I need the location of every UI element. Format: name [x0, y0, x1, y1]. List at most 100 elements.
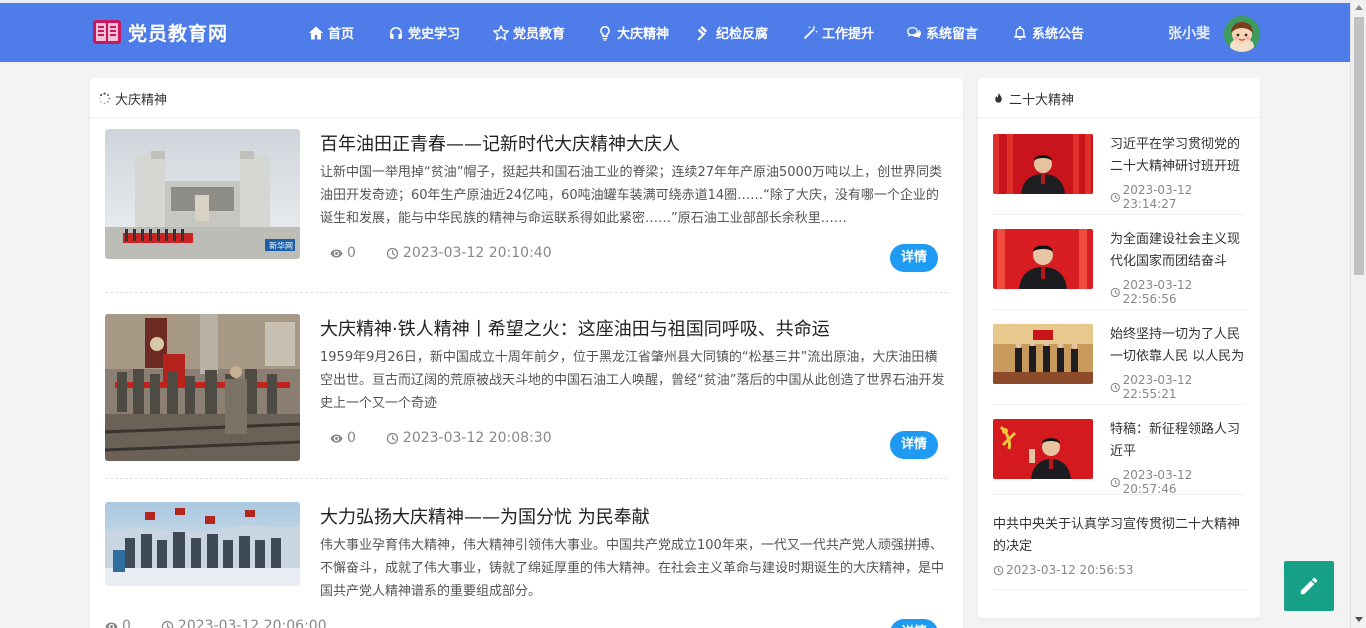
daqing-spirit-panel: 大庆精神 新华网 百年油田正青春——记新时代大庆精神大庆人 让新中国一举甩掉“贫…: [90, 78, 963, 628]
panel-title: 二十大精神: [1009, 93, 1075, 108]
top-navbar: 党员教育网 首页 党史学习 党员教育 大庆精神 纪检反腐 工作提升 系统留言 系…: [0, 0, 1350, 62]
clock-icon: [386, 432, 399, 444]
nav-item-daqing-spirit[interactable]: 大庆精神: [597, 23, 669, 42]
side-news-item[interactable]: 习近平在学习贯彻党的二十大精神研讨班开班式上发表重要讲话 2023-03-12 …: [993, 134, 1245, 214]
article-summary: 伟大事业孕育伟大精神，伟大精神引领伟大事业。中国共产党成立100年来，一代又一代…: [320, 538, 945, 599]
side-news-item[interactable]: 为全面建设社会主义现代化国家而团结奋斗 2023-03-12 22:56:56: [993, 229, 1245, 309]
side-news-thumbnail[interactable]: [993, 419, 1093, 479]
nav-item-messages[interactable]: 系统留言: [906, 23, 978, 42]
article-thumbnail[interactable]: [105, 502, 300, 586]
clock-icon: [993, 565, 1004, 575]
side-news-date: 2023-03-12 23:14:27: [1110, 183, 1245, 211]
nav-item-label: 大庆精神: [617, 27, 670, 42]
nav-item-work-improvement[interactable]: 工作提升: [802, 23, 874, 42]
nav-item-label: 系统留言: [926, 27, 979, 42]
view-count-value: 0: [347, 245, 356, 261]
clock-icon: [1110, 192, 1120, 202]
side-news-title[interactable]: 始终坚持一切为了人民一切依靠人民 以人民为中心: [1110, 324, 1245, 368]
headphones-icon: [390, 26, 402, 39]
side-news-date: 2023-03-12 20:56:53: [993, 563, 1133, 577]
divider: [993, 404, 1245, 405]
publish-date-value: 2023-03-12 20:06:00: [177, 618, 327, 628]
pencil-icon: [1300, 577, 1318, 595]
avatar-image: [1224, 16, 1260, 52]
article-summary: 1959年9月26日，新中国成立十周年前夕，位于黑龙江省肇州县大同镇的“松基三井…: [320, 350, 945, 411]
side-news-date-value: 2023-03-12 22:56:56: [1122, 278, 1193, 306]
spinner-icon: [98, 92, 111, 105]
divider: [993, 589, 1245, 590]
scroll-up-arrow-icon[interactable]: [1355, 5, 1363, 10]
eye-icon: [105, 621, 118, 628]
side-news-item[interactable]: 中共中央关于认真学习宣传贯彻二十大精神的决定 2023-03-12 20:56:…: [993, 514, 1245, 594]
article-summary: 让新中国一举甩掉“贫油”帽子，挺起共和国石油工业的脊梁；连续27年年产原油500…: [320, 165, 943, 226]
user-name[interactable]: 张小斐: [1168, 23, 1210, 43]
side-news-thumbnail-image: [993, 229, 1093, 289]
publish-date: 2023-03-12 20:10:40: [386, 245, 552, 261]
article-title[interactable]: 大庆精神·铁人精神丨希望之火：这座油田与祖国同呼吸、共命运: [320, 315, 830, 341]
article-meta: 0 2023-03-12 20:08:30: [330, 430, 552, 446]
side-news-title[interactable]: 为全面建设社会主义现代化国家而团结奋斗: [1110, 229, 1245, 273]
detail-button[interactable]: 详情: [890, 244, 938, 272]
side-news-date-value: 2023-03-12 22:55:21: [1122, 373, 1193, 401]
detail-button[interactable]: 详情: [890, 431, 938, 459]
twentieth-congress-panel: 二十大精神 习近平在学习贯彻党的二十大精神研讨班开班式上发表重要讲话 2023-…: [978, 78, 1260, 618]
article-meta: 0 2023-03-12 20:10:40: [330, 245, 552, 261]
site-name: 党员教育网: [128, 22, 229, 45]
side-news-thumbnail[interactable]: [993, 324, 1093, 384]
nav-item-label: 纪检反腐: [716, 27, 769, 42]
side-news-thumbnail-image: [993, 134, 1093, 194]
nav-item-label: 党史学习: [408, 27, 461, 42]
home-icon: [308, 26, 324, 39]
side-news-date-value: 2023-03-12 23:14:27: [1122, 183, 1193, 211]
panel-header: 大庆精神: [98, 89, 167, 108]
divider: [978, 117, 1260, 118]
article-title[interactable]: 百年油田正青春——记新时代大庆精神大庆人: [320, 130, 680, 156]
vertical-scrollbar[interactable]: [1350, 0, 1366, 628]
side-news-title[interactable]: 习近平在学习贯彻党的二十大精神研讨班开班式上发表重要讲话: [1110, 134, 1245, 178]
scrollbar-thumb[interactable]: [1354, 17, 1364, 275]
eye-icon: [330, 248, 343, 258]
divider: [993, 494, 1245, 495]
article-thumbnail[interactable]: 新华网: [105, 129, 300, 259]
side-news-title[interactable]: 特稿：新征程领路人习近平: [1110, 419, 1245, 463]
nav-item-party-history[interactable]: 党史学习: [388, 23, 460, 42]
detail-button[interactable]: 详情: [890, 619, 938, 628]
view-count: 0: [330, 430, 356, 446]
nav-item-home[interactable]: 首页: [308, 23, 354, 42]
avatar[interactable]: [1224, 16, 1260, 52]
nav-item-label: 工作提升: [822, 27, 875, 42]
clock-icon: [1110, 477, 1120, 487]
article-meta: 0 2023-03-12 20:06:00: [105, 618, 327, 628]
scroll-down-arrow-icon[interactable]: [1355, 617, 1363, 622]
side-news-thumbnail[interactable]: [993, 229, 1093, 289]
image-watermark: 新华网: [269, 241, 293, 251]
side-news-date-value: 2023-03-12 20:57:46: [1122, 468, 1193, 496]
article-divider: [105, 478, 948, 479]
side-news-item[interactable]: 始终坚持一切为了人民一切依靠人民 以人民为中心 2023-03-12 22:55…: [993, 324, 1245, 404]
side-news-date: 2023-03-12 20:57:46: [1110, 468, 1245, 496]
divider: [90, 117, 963, 118]
side-news-date: 2023-03-12 22:56:56: [1110, 278, 1245, 306]
nav-item-anti-corruption[interactable]: 纪检反腐: [696, 23, 768, 42]
side-news-item[interactable]: 特稿：新征程领路人习近平 2023-03-12 20:57:46: [993, 419, 1245, 499]
nav-item-label: 党员教育: [513, 27, 566, 42]
article-thumbnail[interactable]: [105, 314, 300, 461]
view-count-value: 0: [122, 618, 131, 628]
bell-icon: [1014, 25, 1026, 40]
divider: [993, 309, 1245, 310]
clock-icon: [161, 620, 174, 628]
view-count-value: 0: [347, 430, 356, 446]
publish-date: 2023-03-12 20:06:00: [161, 618, 327, 628]
star-icon: [493, 24, 509, 41]
side-news-title[interactable]: 中共中央关于认真学习宣传贯彻二十大精神的决定: [993, 514, 1245, 558]
lightbulb-icon: [600, 25, 610, 41]
nav-item-member-education[interactable]: 党员教育: [493, 23, 565, 42]
side-news-thumbnail[interactable]: [993, 134, 1093, 194]
article-title[interactable]: 大力弘扬大庆精神——为国分忧 为民奉献: [320, 503, 650, 529]
site-logo[interactable]: 党员教育网: [92, 17, 228, 47]
magic-wand-icon: [803, 25, 818, 39]
nav-item-announcements[interactable]: 系统公告: [1012, 23, 1084, 42]
edit-fab-button[interactable]: [1284, 561, 1334, 611]
book-logo-icon: [93, 20, 121, 44]
clock-icon: [1110, 287, 1120, 297]
